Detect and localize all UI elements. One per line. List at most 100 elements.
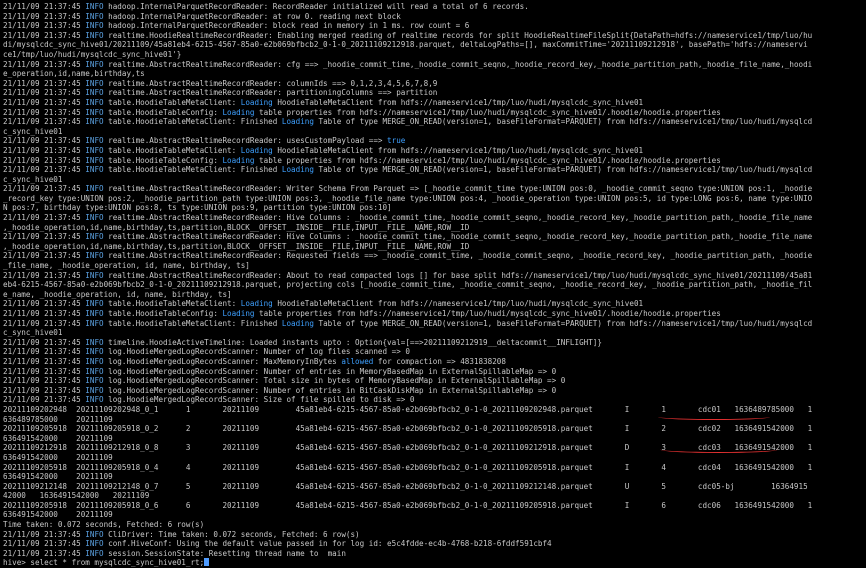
red-underline-row-3 <box>658 414 770 420</box>
terminal-line: 21/11/09 21:37:45 INFO realtime.Abstract… <box>3 270 813 280</box>
highlighted-keyword: Loading <box>281 117 314 127</box>
log-level-info: INFO <box>85 2 104 11</box>
terminal-line: 21/11/09 21:37:45 INFO table.HoodieTable… <box>3 117 813 127</box>
terminal-line: e_operation,id,name,birthday,ts <box>3 69 145 79</box>
log-level-info: INFO <box>85 366 104 376</box>
terminal-line: 21/11/09 21:37:45 INFO hadoop.InternalPa… <box>3 21 470 31</box>
terminal-line: 21/11/09 21:37:45 INFO timeline.HoodieAc… <box>3 337 602 347</box>
terminal-line: 21/11/09 21:37:45 INFO table.HoodieTable… <box>3 97 644 107</box>
terminal-line: 21/11/09 21:37:45 INFO log.HoodieMergedL… <box>3 356 506 366</box>
log-level-info: INFO <box>85 155 104 165</box>
log-level-info: INFO <box>85 385 104 395</box>
log-level-info: INFO <box>85 270 104 280</box>
log-level-info: INFO <box>85 347 104 357</box>
terminal-line: e_name, _hoodie_operation, id, name, bir… <box>3 289 232 299</box>
log-level-info: INFO <box>85 213 104 223</box>
log-level-info: INFO <box>85 318 104 328</box>
terminal-line: 21/11/09 21:37:45 INFO log.HoodieMergedL… <box>3 376 566 386</box>
terminal-line: ,_hoodie_operation,id,name,birthday,ts,p… <box>3 222 470 232</box>
terminal-output: 21/11/09 21:37:45 INFO hadoop.InternalPa… <box>3 2 863 568</box>
highlighted-keyword: Loading <box>222 155 255 165</box>
terminal-line: Time taken: 0.072 seconds, Fetched: 6 ro… <box>3 520 205 530</box>
log-level-info: INFO <box>85 78 104 88</box>
terminal-line: 21/11/09 21:37:45 INFO realtime.Abstract… <box>3 251 813 261</box>
highlighted-keyword: Loading <box>281 165 314 175</box>
terminal-line: 20211109205918 20211109205918_0_6 6 2021… <box>3 500 813 510</box>
log-level-info: INFO <box>85 232 104 242</box>
terminal-line: 21/11/09 21:37:45 INFO hadoop.InternalPa… <box>3 2 529 11</box>
terminal-line: 42000 1636491542000 20211109 <box>3 491 150 501</box>
terminal-line: 21/11/09 21:37:45 INFO log.HoodieMergedL… <box>3 395 415 405</box>
terminal-line: 21/11/09 21:37:45 INFO realtime.HoodieRe… <box>3 30 813 40</box>
terminal-line: di/mysqlcdc_sync_hive01/20211109/45a81eb… <box>3 40 808 50</box>
terminal-line: 21/11/09 21:37:45 INFO table.HoodieTable… <box>3 309 721 318</box>
terminal-line: 20211109202948 20211109202948_0_1 1 2021… <box>3 404 813 414</box>
terminal-line: 21/11/09 21:37:45 INFO realtime.Abstract… <box>3 213 813 223</box>
hive-prompt-input[interactable]: hive> select * from mysqlcdc_sync_hive01… <box>3 558 863 568</box>
highlighted-keyword: Loading <box>240 97 273 107</box>
terminal-line: 21/11/09 21:37:45 INFO hadoop.InternalPa… <box>3 11 401 21</box>
terminal-line: c_sync_hive01 <box>3 174 63 184</box>
log-level-info: INFO <box>85 88 104 98</box>
log-level-info: INFO <box>85 299 104 309</box>
terminal-line: 21/11/09 21:37:45 INFO table.HoodieTable… <box>3 299 644 309</box>
log-level-info: INFO <box>85 59 104 69</box>
log-level-info: INFO <box>85 376 104 386</box>
log-level-info: INFO <box>85 145 104 155</box>
highlighted-keyword: Loading <box>281 318 314 328</box>
highlighted-keyword: true <box>387 136 406 146</box>
terminal-line: c_sync_hive01 <box>3 126 63 136</box>
terminal-line: 21/11/09 21:37:45 INFO table.HoodieTable… <box>3 318 813 328</box>
terminal-line: eb4-6215-4567-85a0-e2b069bfbcb2_0-1-0_20… <box>3 280 813 290</box>
log-level-info: INFO <box>85 337 104 347</box>
highlighted-keyword: Loading <box>240 145 273 155</box>
highlighted-keyword: Loading <box>222 107 255 117</box>
log-level-info: INFO <box>85 309 104 318</box>
terminal-line: 20211109205918 20211109205918_0_4 4 2021… <box>3 462 813 472</box>
log-level-info: INFO <box>85 356 104 366</box>
log-level-info: INFO <box>85 529 104 539</box>
terminal-line: ce1/tmp/luo/hudi/mysqlcdc_sync_hive01'} <box>3 49 182 59</box>
terminal-line: 21/11/09 21:37:45 INFO realtime.Abstract… <box>3 59 813 69</box>
terminal-line: N pos:7, birthday type:UNION pos:8, ts t… <box>3 203 392 213</box>
terminal-line: 21/11/09 21:37:45 INFO CliDriver: Time t… <box>3 529 360 539</box>
terminal-line: 21/11/09 21:37:45 INFO session.SessionSt… <box>3 548 346 558</box>
log-level-info: INFO <box>85 117 104 127</box>
log-level-info: INFO <box>85 548 104 558</box>
terminal-line: 21/11/09 21:37:45 INFO table.HoodieTable… <box>3 107 721 117</box>
terminal-line: 21/11/09 21:37:45 INFO conf.HiveConf: Us… <box>3 539 552 549</box>
terminal-line: 636491542000 20211109 <box>3 472 113 482</box>
terminal-window[interactable]: 21/11/09 21:37:45 INFO hadoop.InternalPa… <box>0 0 866 567</box>
highlighted-keyword: Loading <box>222 309 255 318</box>
log-level-info: INFO <box>85 107 104 117</box>
terminal-line: 21/11/09 21:37:45 INFO log.HoodieMergedL… <box>3 385 557 395</box>
terminal-line: 21/11/09 21:37:45 INFO log.HoodieMergedL… <box>3 347 410 357</box>
terminal-line: _file_name, _hoodie_operation, id, name,… <box>3 261 250 271</box>
terminal-line: 636491542000 20211109 <box>3 433 113 443</box>
highlighted-keyword: allowed <box>341 356 374 366</box>
terminal-line: 21/11/09 21:37:45 INFO realtime.Abstract… <box>3 88 438 98</box>
terminal-line: 21/11/09 21:37:45 INFO realtime.Abstract… <box>3 232 813 242</box>
terminal-line: 636491542000 20211109 <box>3 510 113 520</box>
terminal-line: 636491542000 20211109 <box>3 452 113 462</box>
terminal-line: 21/11/09 21:37:45 INFO table.HoodieTable… <box>3 145 644 155</box>
text-cursor <box>204 558 210 567</box>
log-level-info: INFO <box>85 251 104 261</box>
terminal-line: 21/11/09 21:37:45 INFO realtime.Abstract… <box>3 78 438 88</box>
log-level-info: INFO <box>85 395 104 405</box>
terminal-line: 20211109212148 20211109212148_0_7 5 2021… <box>3 481 808 491</box>
log-level-info: INFO <box>85 184 104 194</box>
terminal-line: 21/11/09 21:37:45 INFO realtime.Abstract… <box>3 184 813 194</box>
log-level-info: INFO <box>85 165 104 175</box>
log-level-info: INFO <box>85 21 104 31</box>
log-level-info: INFO <box>85 30 104 40</box>
terminal-line: 21/11/09 21:37:45 INFO realtime.Abstract… <box>3 136 406 146</box>
terminal-line: 21/11/09 21:37:45 INFO table.HoodieTable… <box>3 165 813 175</box>
terminal-line: 21/11/09 21:37:45 INFO log.HoodieMergedL… <box>3 366 557 376</box>
terminal-line: c_sync_hive01 <box>3 328 63 338</box>
log-level-info: INFO <box>85 97 104 107</box>
highlighted-keyword: Loading <box>240 299 273 309</box>
terminal-line: ,_hoodie_operation,id,name,birthday,ts,p… <box>3 241 470 251</box>
log-level-info: INFO <box>85 136 104 146</box>
red-underline-row-5 <box>660 446 778 453</box>
